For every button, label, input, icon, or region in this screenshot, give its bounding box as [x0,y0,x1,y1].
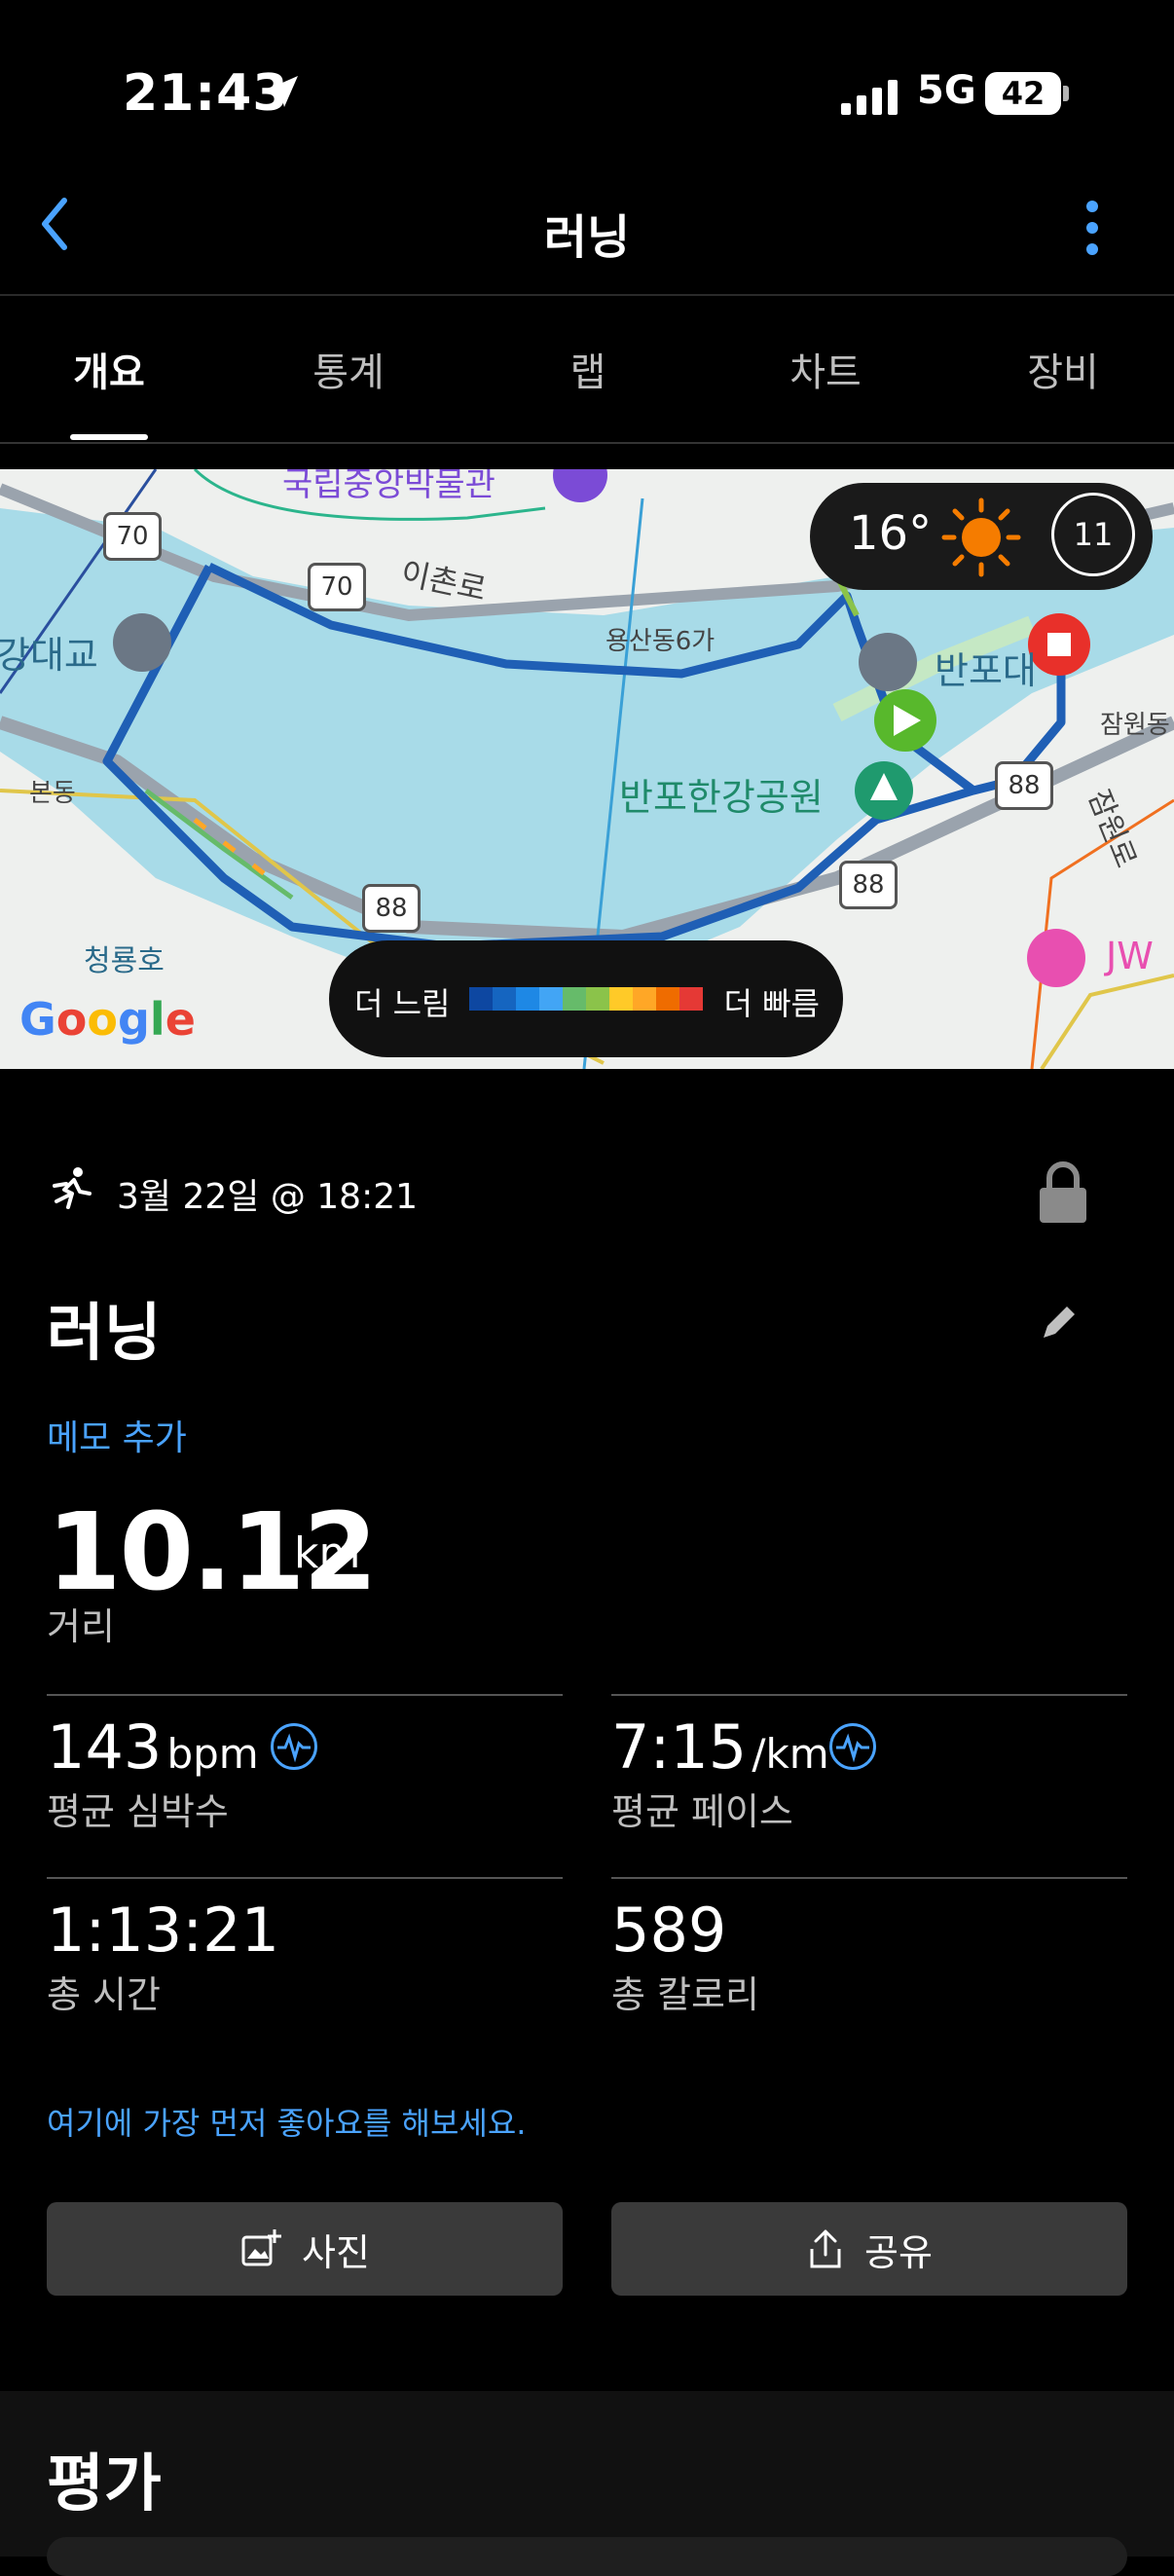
stat-total-time: 1:13:21 [47,1895,279,1966]
stat-value: 589 [611,1895,727,1966]
tab-divider [0,442,1174,444]
pace-legend: 더 느림 더 빠름 [329,940,843,1057]
photo-button-label: 사진 [302,2230,370,2274]
google-logo: Google [19,993,196,1046]
tab-stats[interactable]: 통계 [261,341,436,397]
legend-swatch [516,987,539,1011]
weather-badge: 16° 11 [810,483,1153,590]
map-label-museum: 국립중앙박물관 [282,469,495,504]
add-memo-link[interactable]: 메모 추가 [47,1410,187,1460]
legend-fast-label: 더 빠름 [723,985,821,1022]
network-type: 5G [917,68,976,113]
stat-value: 1:13:21 [47,1895,280,1966]
cellular-signal-icon [841,80,898,115]
map-label-bondong: 본동 [29,779,76,808]
active-tab-indicator [70,434,148,440]
lock-icon[interactable] [1036,1160,1090,1225]
road-shield-70: 70 [308,563,366,611]
stat-divider [611,1877,1127,1879]
google-logo-letter: G [19,993,56,1046]
rating-title: 평가 [47,2448,162,2521]
location-arrow-icon [267,76,298,107]
stat-label: 총 시간 [47,1973,161,2016]
legend-swatch [493,987,516,1011]
stat-avg-heart-rate: 143 bpm [47,1711,259,1783]
activity-datetime: 3월 22일 @ 18:21 [117,1177,419,1217]
stat-divider [611,1694,1127,1696]
stat-unit: /km [752,1730,829,1778]
share-icon [810,2229,841,2268]
road-shield-88: 88 [362,884,421,933]
legend-swatch [679,987,703,1011]
tab-overview[interactable]: 개요 [21,341,197,397]
rating-section [0,2391,1174,2557]
stat-value: 143 [47,1711,163,1783]
battery-tip [1063,86,1069,101]
running-icon [53,1167,92,1209]
legend-swatch [656,987,679,1011]
legend-color-bar [469,987,703,1011]
tab-laps[interactable]: 랩 [500,341,676,397]
stat-total-calories: 589 [611,1895,726,1966]
road-shield-70: 70 [103,512,162,561]
stat-avg-pace: 7:15 /km [611,1711,829,1783]
map-label-jamwon: 잠원동 [1100,711,1170,740]
more-options-icon[interactable] [1081,201,1104,259]
map-label-bridge-left: 강대교 [0,634,98,677]
stat-label: 평균 심박수 [47,1790,229,1833]
road-shield-88: 88 [839,861,898,909]
share-button[interactable]: 공유 [611,2202,1127,2296]
map-label-jw: JW [1106,935,1154,977]
rating-card[interactable] [47,2537,1127,2576]
heart-pulse-icon[interactable] [271,1723,317,1770]
add-photo-icon [241,2229,282,2266]
wind-speed-dial: 11 [1051,493,1135,576]
map-label-banpo-bridge: 반포대 [935,649,1037,692]
battery-indicator: 42 [985,72,1061,115]
stat-divider [47,1877,563,1879]
map-label-banpo-park: 반포한강공원 [619,776,824,819]
activity-title: 러닝 [47,1298,162,1370]
distance-label: 거리 [47,1605,115,1648]
weather-temp: 16° [849,506,933,561]
legend-slow-label: 더 느림 [354,985,451,1022]
legend-swatch [469,987,493,1011]
google-attribution: Google [19,993,196,1046]
pace-pulse-icon[interactable] [829,1723,876,1770]
map-label-yongsan: 용산동6가 [605,627,715,656]
stat-label: 평균 페이스 [611,1790,793,1833]
google-logo-letter: o [55,993,88,1046]
google-logo-letter: o [87,993,118,1046]
tab-charts[interactable]: 차트 [738,341,913,397]
nav-divider [0,294,1174,296]
legend-swatch [633,987,656,1011]
page-title: 러닝 [543,210,631,265]
add-photo-button[interactable]: 사진 [47,2202,563,2296]
road-shield-88: 88 [995,761,1053,810]
legend-swatch [586,987,609,1011]
share-button-label: 공유 [864,2230,933,2274]
legend-swatch [609,987,633,1011]
edit-pencil-icon[interactable] [1038,1301,1081,1343]
stat-unit: bpm [166,1730,259,1778]
google-logo-letter: l [149,993,165,1046]
google-logo-letter: g [117,993,150,1046]
like-prompt-link[interactable]: 여기에 가장 먼저 좋아요를 해보세요. [47,2099,526,2144]
stat-divider [47,1694,563,1696]
legend-swatch [563,987,586,1011]
legend-swatch [539,987,563,1011]
sun-icon [941,497,1021,577]
google-logo-letter: e [165,993,196,1046]
distance-unit: km [294,1528,361,1578]
tab-gear[interactable]: 장비 [975,341,1151,397]
stat-value: 7:15 [611,1711,748,1783]
stat-label: 총 칼로리 [611,1973,759,2016]
map-label-cheongryong: 청룡호 [84,944,165,978]
